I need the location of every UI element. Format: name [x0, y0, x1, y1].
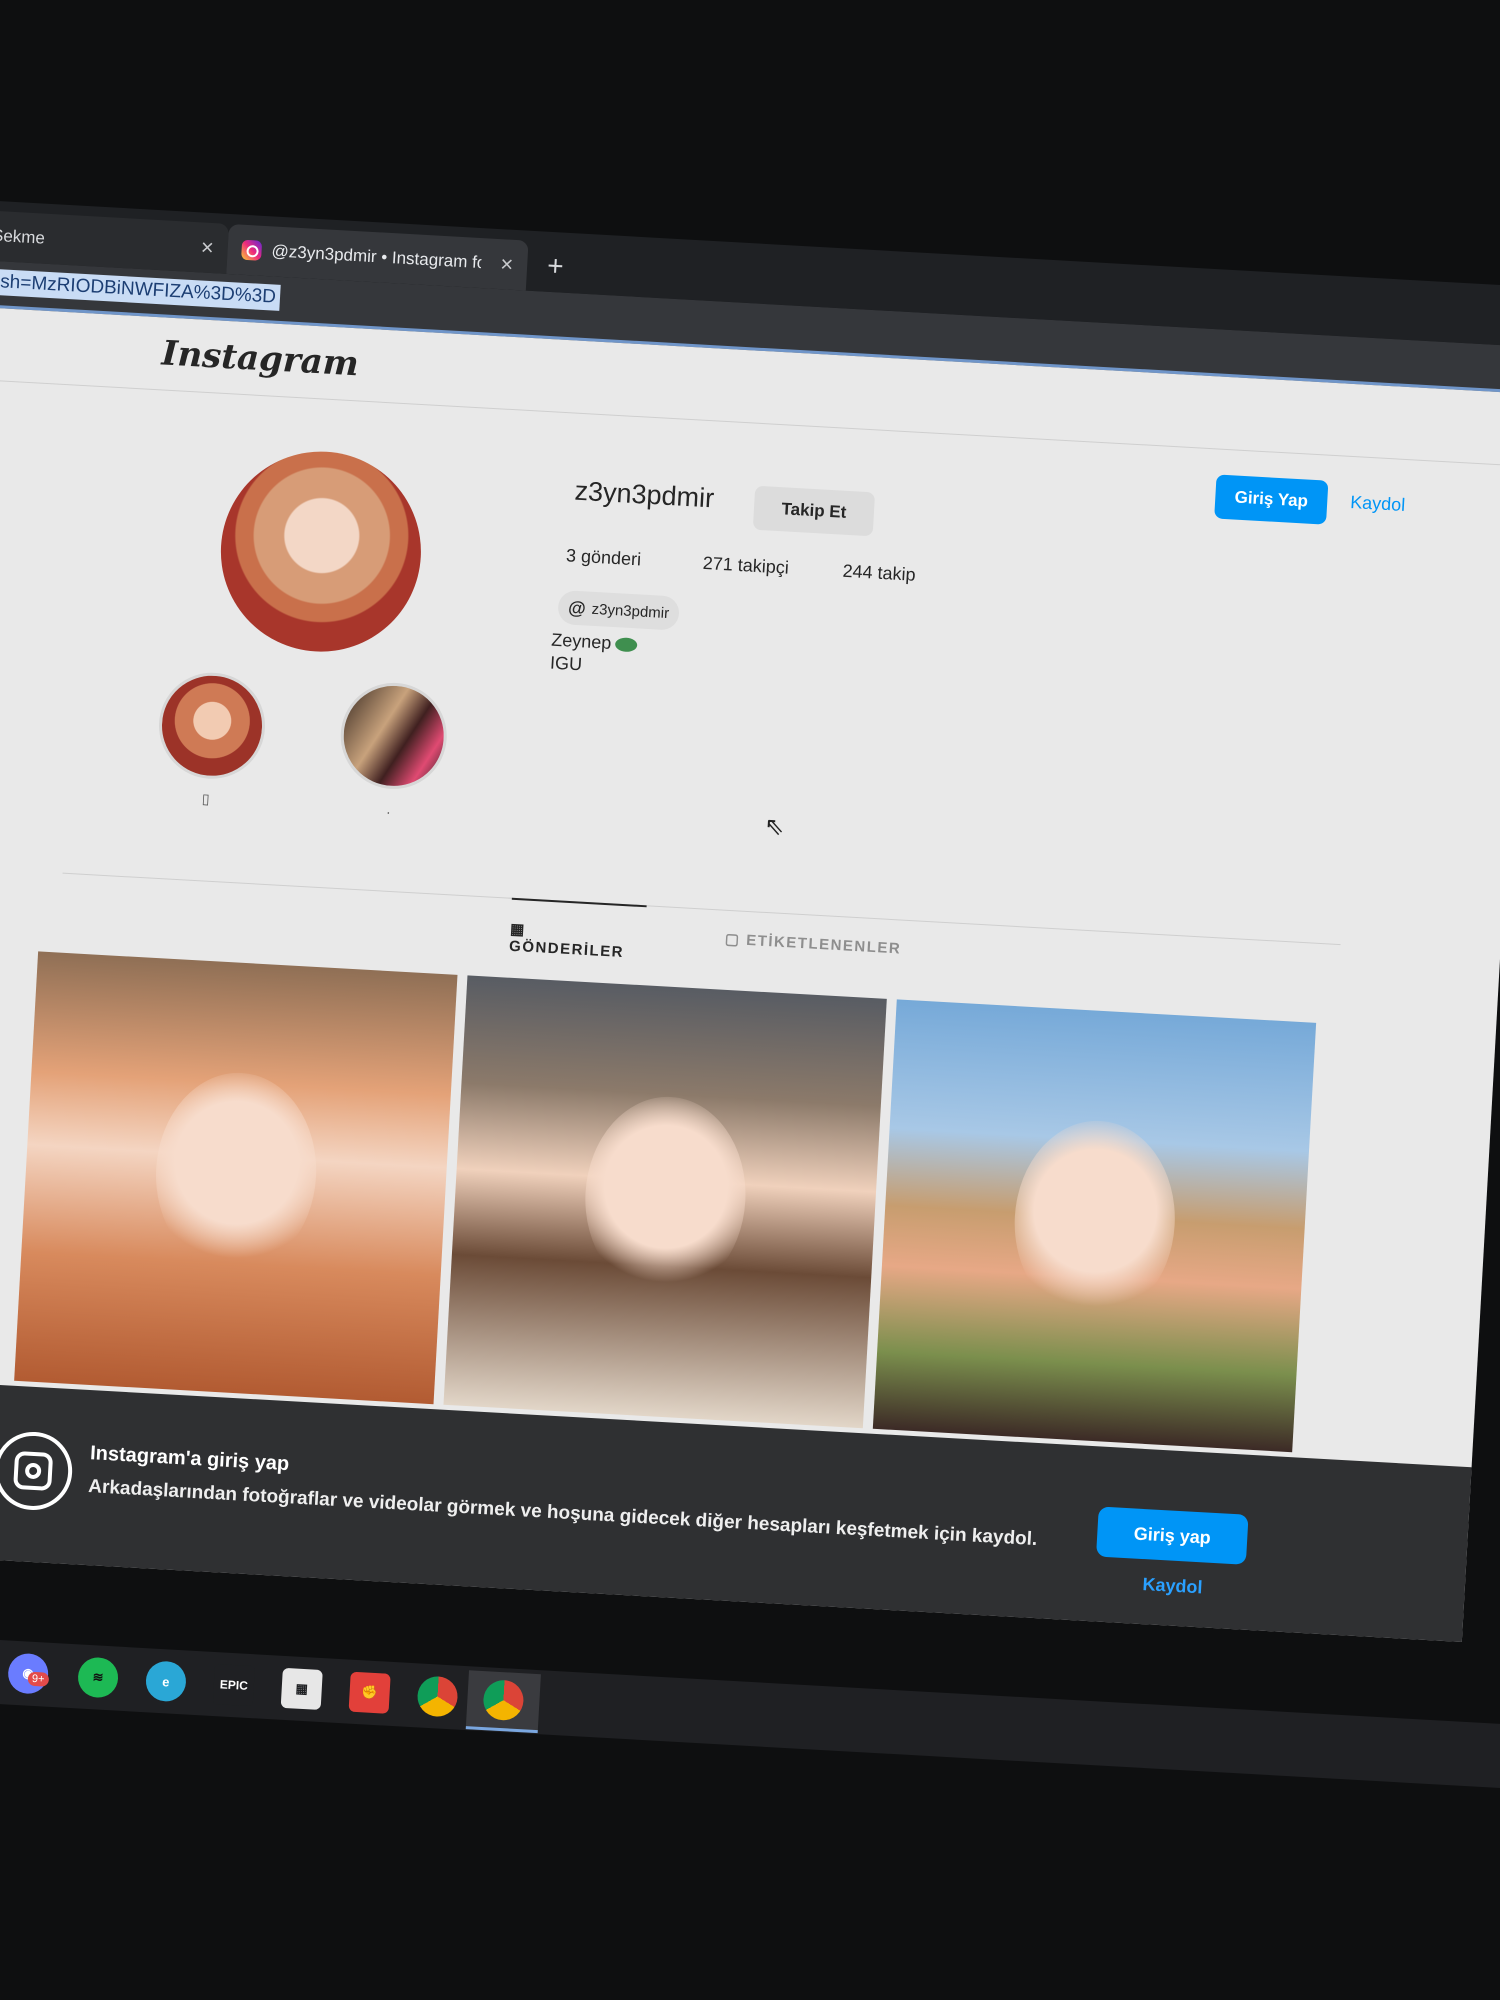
banner-title: Instagram'a giriş yap: [89, 1442, 290, 1476]
story-highlight[interactable]: [156, 669, 268, 782]
post-thumbnail[interactable]: [443, 975, 887, 1429]
emoji-icon: [614, 637, 638, 653]
store-icon[interactable]: ▦: [280, 1667, 323, 1711]
post-thumbnail[interactable]: [14, 951, 458, 1405]
banner-text: Arkadaşlarından fotoğraflar ve videolar …: [87, 1476, 1038, 1551]
highlight-label: .: [386, 800, 391, 817]
stat-followers[interactable]: 271 takipçi: [702, 553, 789, 579]
tab-posts[interactable]: ▦ GÖNDERİLER: [508, 897, 647, 963]
chrome-icon[interactable]: [416, 1675, 459, 1718]
instagram-logo[interactable]: Instagram: [161, 333, 360, 384]
monitor-screen: Sekme × @z3yn3pdmir • Instagram fotoğ × …: [0, 200, 1500, 1845]
photo-face: [579, 1092, 751, 1302]
signup-link[interactable]: Kaydol: [1350, 492, 1406, 516]
threads-handle: z3yn3pdmir: [591, 600, 670, 622]
threads-badge[interactable]: @ z3yn3pdmir: [557, 589, 681, 631]
tab-tagged[interactable]: ▢ ETİKETLENENLER: [724, 910, 902, 958]
url-text[interactable]: igsh=MzRIODBiNWFIZA%3D%3D: [0, 268, 281, 311]
epic-games-icon[interactable]: EPIC: [212, 1664, 255, 1707]
instagram-logo-icon: [0, 1429, 75, 1513]
close-icon[interactable]: ×: [500, 251, 514, 278]
bio-line: IGU: [549, 652, 583, 675]
cursor-icon: ⇖: [763, 812, 786, 841]
bio-name: Zeynep: [551, 630, 638, 656]
plus-icon[interactable]: +: [546, 250, 564, 283]
banner-login-button[interactable]: Giriş yap: [1096, 1506, 1249, 1565]
bio-name-text: Zeynep: [550, 629, 612, 653]
stat-following[interactable]: 244 takip: [842, 561, 916, 586]
instagram-page: Instagram Giriş Yap Kaydol z3yn3pdmir Ta…: [0, 306, 1500, 1642]
follow-button[interactable]: Takip Et: [752, 485, 876, 537]
divider: [62, 872, 1341, 946]
tab-posts-label: GÖNDERİLER: [508, 937, 625, 962]
stat-posts: 3 gönderi: [565, 545, 642, 570]
edge-icon[interactable]: e: [144, 1660, 188, 1703]
grid-icon: ▦: [509, 920, 527, 939]
notification-badge: 9+: [27, 1671, 49, 1687]
login-button[interactable]: Giriş Yap: [1214, 474, 1329, 525]
tab-tagged-label: ETİKETLENENLER: [745, 931, 902, 958]
photo-face: [1009, 1116, 1181, 1326]
tab-title: @z3yn3pdmir • Instagram fotoğ: [271, 241, 482, 274]
riot-icon[interactable]: ✊: [348, 1671, 391, 1714]
spotify-icon[interactable]: ≋: [76, 1656, 120, 1699]
banner-signup-link[interactable]: Kaydol: [1142, 1574, 1203, 1598]
highlight-label: ▯: [201, 790, 211, 807]
story-highlight[interactable]: [337, 680, 450, 792]
threads-icon: @: [567, 596, 587, 618]
photo-face: [150, 1068, 322, 1278]
close-icon[interactable]: ×: [200, 234, 214, 261]
profile-username: z3yn3pdmir: [573, 475, 715, 514]
instagram-favicon: [241, 239, 263, 261]
post-thumbnail[interactable]: [872, 999, 1317, 1453]
tab-title: Sekme: [0, 225, 46, 248]
profile-avatar[interactable]: [215, 446, 427, 658]
tag-icon: ▢: [724, 930, 747, 949]
